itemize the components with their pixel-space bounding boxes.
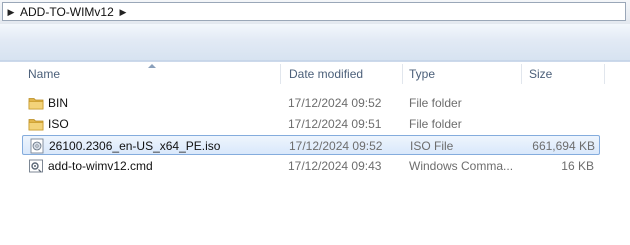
file-size xyxy=(527,114,594,134)
file-name: 26100.2306_en-US_x64_PE.iso xyxy=(49,139,221,153)
column-divider[interactable] xyxy=(280,64,281,84)
file-date: 17/12/2024 09:51 xyxy=(288,117,382,131)
column-header-date-label: Date modified xyxy=(289,67,364,81)
address-box[interactable]: ▶ ADD-TO-WIMv12 ▶ xyxy=(2,2,626,21)
cmd-script-icon xyxy=(29,159,43,173)
file-type: File folder xyxy=(409,117,462,131)
file-row-iso-folder[interactable]: ISO 17/12/2024 09:51 File folder xyxy=(22,114,600,134)
file-type: File folder xyxy=(409,96,462,110)
file-row-cmd[interactable]: add-to-wimv12.cmd 17/12/2024 09:43 Windo… xyxy=(22,156,600,176)
column-header-row: Name Date modified Type Size xyxy=(0,62,630,86)
column-header-type[interactable]: Type xyxy=(403,62,521,86)
file-name: ISO xyxy=(48,117,69,131)
sort-ascending-icon xyxy=(148,64,156,68)
column-divider[interactable] xyxy=(521,64,522,84)
column-header-name-label: Name xyxy=(28,67,61,81)
file-date: 17/12/2024 09:43 xyxy=(288,159,382,173)
breadcrumb-chevron-icon[interactable]: ▶ xyxy=(118,3,128,22)
file-row-bin[interactable]: BIN 17/12/2024 09:52 File folder xyxy=(22,93,600,113)
file-date: 17/12/2024 09:52 xyxy=(289,139,383,153)
breadcrumb-root-chevron-icon[interactable]: ▶ xyxy=(6,3,16,22)
file-size: 661,694 KB xyxy=(532,139,595,153)
address-bar: ▶ ADD-TO-WIMv12 ▶ xyxy=(0,0,630,25)
file-size xyxy=(527,93,594,113)
column-header-type-label: Type xyxy=(409,67,436,81)
column-header-size[interactable]: Size xyxy=(523,62,603,86)
disc-image-icon xyxy=(30,138,44,154)
file-date: 17/12/2024 09:52 xyxy=(288,96,382,110)
breadcrumb-folder[interactable]: ADD-TO-WIMv12 xyxy=(20,3,114,21)
column-header-date[interactable]: Date modified xyxy=(283,62,401,86)
file-name: add-to-wimv12.cmd xyxy=(48,159,153,173)
column-header-size-label: Size xyxy=(529,67,553,81)
folder-icon xyxy=(28,119,44,131)
file-size: 16 KB xyxy=(561,159,594,173)
file-type: Windows Comma... xyxy=(409,159,514,173)
column-divider[interactable] xyxy=(604,64,605,84)
file-type: ISO File xyxy=(410,139,454,153)
file-row-iso-image[interactable]: 26100.2306_en-US_x64_PE.iso 17/12/2024 0… xyxy=(22,135,600,155)
folder-icon xyxy=(28,98,44,110)
file-name: BIN xyxy=(48,96,69,110)
toolbar xyxy=(0,24,630,66)
